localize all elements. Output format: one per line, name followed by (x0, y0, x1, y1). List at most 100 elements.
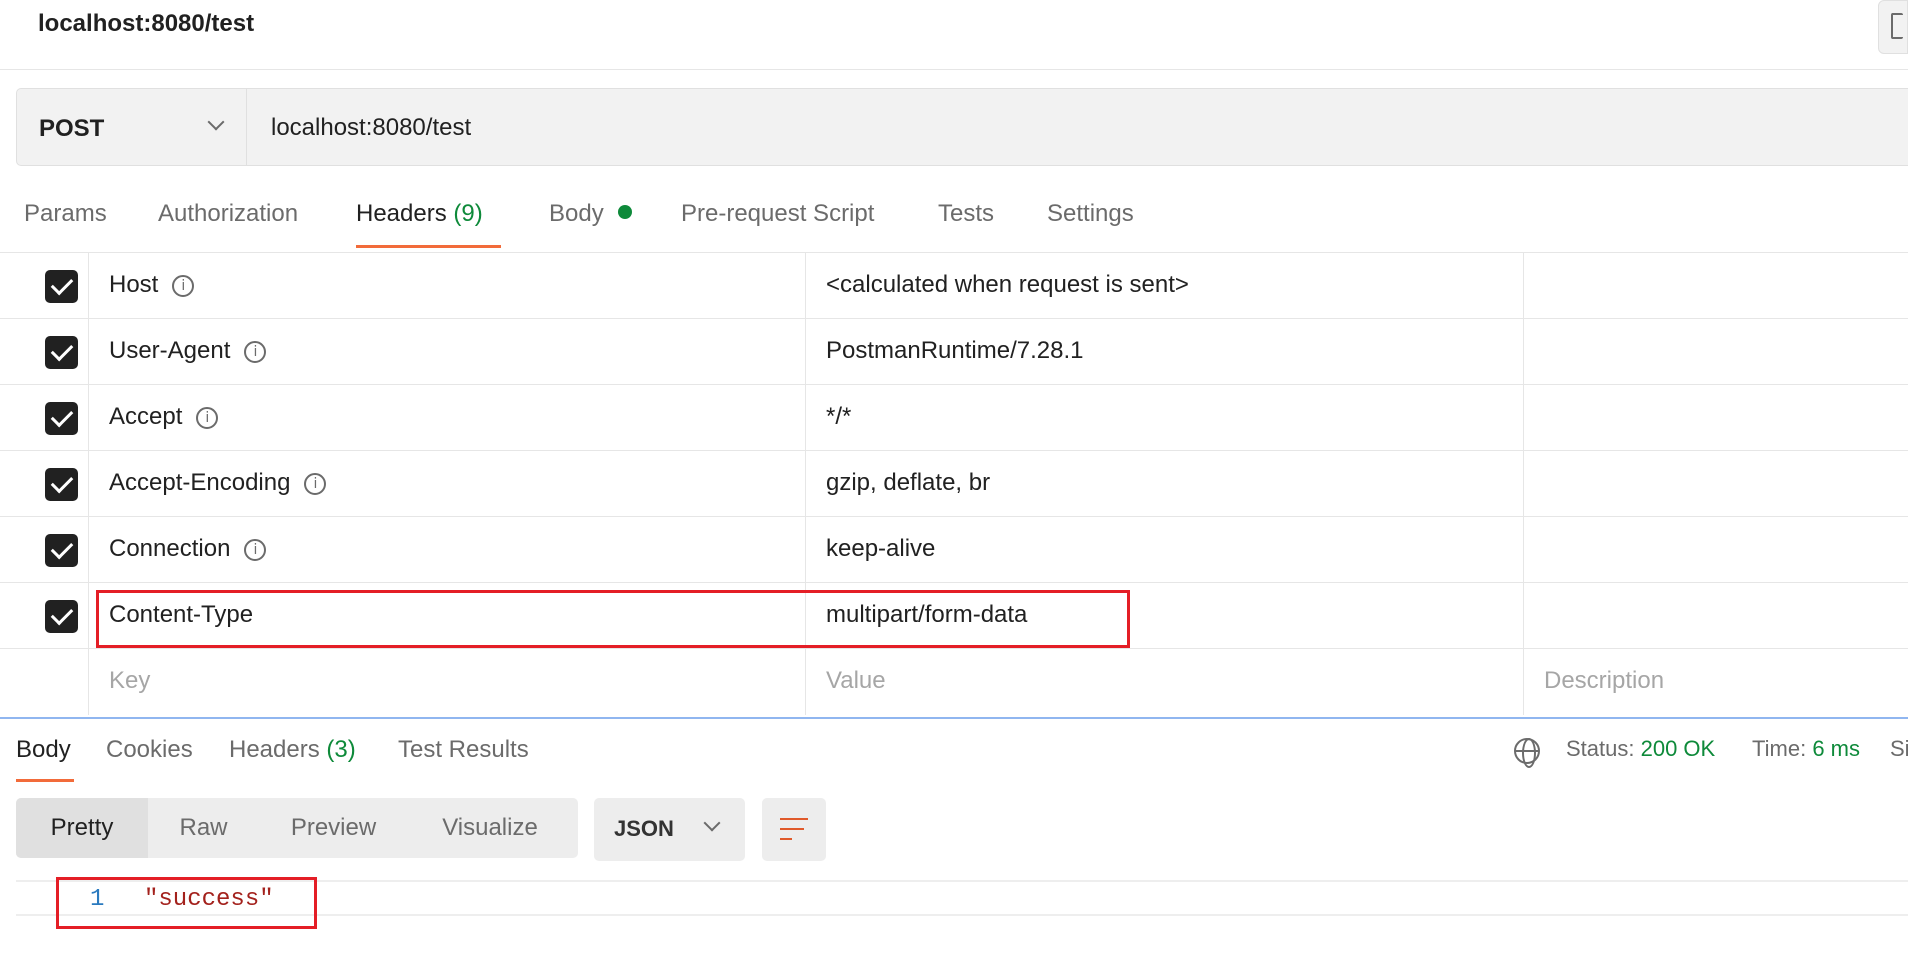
view-raw[interactable]: Raw (148, 798, 259, 858)
header-row-user-agent: User-Agent i PostmanRuntime/7.28.1 (0, 319, 1908, 385)
header-key-cell[interactable]: Accept i (89, 385, 806, 450)
tab-pre-request-script[interactable]: Pre-request Script (681, 200, 874, 248)
time-value: 6 ms (1812, 736, 1860, 761)
header-key: Host (109, 271, 159, 298)
header-value-cell[interactable]: keep-alive (806, 517, 1524, 582)
pane-splitter[interactable] (0, 717, 1908, 719)
info-icon[interactable]: i (244, 341, 267, 363)
header-key-cell[interactable]: Connection i (89, 517, 806, 582)
header-row-connection: Connection i keep-alive (0, 517, 1908, 583)
header-check-cell (0, 517, 89, 582)
new-header-description-placeholder: Description (1544, 667, 1665, 694)
header-key: Connection (109, 535, 231, 562)
response-tab-headers[interactable]: Headers (3) (229, 736, 356, 782)
new-header-key-input[interactable]: Key (89, 649, 806, 715)
tab-settings[interactable]: Settings (1047, 200, 1134, 248)
response-tab-headers-count: (3) (326, 736, 356, 763)
response-tab-cookies[interactable]: Cookies (106, 736, 193, 782)
globe-icon[interactable] (1514, 738, 1540, 768)
header-value: PostmanRuntime/7.28.1 (826, 337, 1084, 364)
new-header-key-placeholder: Key (109, 667, 151, 694)
tab-tests[interactable]: Tests (938, 200, 994, 248)
wrap-lines-button[interactable] (762, 798, 826, 861)
highlight-response-body (56, 877, 317, 929)
response-size[interactable]: Si (1890, 736, 1908, 762)
new-header-value-placeholder: Value (826, 667, 886, 694)
response-time[interactable]: Time: 6 ms (1752, 736, 1860, 762)
header-checkbox[interactable] (45, 468, 78, 501)
new-header-value-input[interactable]: Value (806, 649, 1524, 715)
header-check-cell (0, 451, 89, 516)
chevron-down-icon (703, 814, 721, 832)
header-key-cell[interactable]: Accept-Encoding i (89, 451, 806, 516)
header-value: gzip, deflate, br (826, 469, 991, 496)
view-pretty[interactable]: Pretty (16, 798, 148, 858)
method-select[interactable]: POST (17, 89, 247, 165)
header-check-cell (0, 253, 89, 318)
request-tabs: Params Authorization Headers (9) Body Pr… (0, 196, 1908, 248)
side-panel-toggle-icon[interactable] (1878, 0, 1908, 54)
header-value-cell[interactable]: gzip, deflate, br (806, 451, 1524, 516)
highlight-content-type (96, 590, 1130, 648)
header-check-cell (0, 583, 89, 648)
url-input[interactable]: localhost:8080/test (271, 114, 471, 142)
header-description-cell[interactable] (1524, 253, 1908, 318)
tab-headers[interactable]: Headers (9) (356, 200, 501, 248)
headers-table: Host i <calculated when request is sent> … (0, 252, 1908, 718)
tab-body[interactable]: Body (549, 200, 633, 248)
header-description-cell[interactable] (1524, 517, 1908, 582)
chevron-down-icon (207, 113, 225, 131)
header-key-cell[interactable]: Host i (89, 253, 806, 318)
header-checkbox[interactable] (45, 534, 78, 567)
request-url-bar: POST localhost:8080/test (16, 88, 1908, 166)
header-row-new: Key Value Description (0, 649, 1908, 715)
header-checkbox[interactable] (45, 600, 78, 633)
header-checkbox[interactable] (45, 336, 78, 369)
response-tab-test-results[interactable]: Test Results (398, 736, 529, 782)
header-value: */* (826, 403, 852, 430)
header-checkbox[interactable] (45, 402, 78, 435)
header-key-cell[interactable]: User-Agent i (89, 319, 806, 384)
body-modified-dot-icon (618, 205, 633, 219)
status-label: Status: (1566, 736, 1635, 761)
header-value: keep-alive (826, 535, 936, 562)
header-key: User-Agent (109, 337, 231, 364)
header-value-cell[interactable]: <calculated when request is sent> (806, 253, 1524, 318)
format-label: JSON (614, 816, 674, 841)
response-status[interactable]: Status: 200 OK (1566, 736, 1715, 762)
info-icon[interactable]: i (172, 275, 195, 297)
response-tab-body[interactable]: Body (16, 736, 74, 782)
time-label: Time: (1752, 736, 1807, 761)
info-icon[interactable]: i (244, 539, 267, 561)
header-row-accept: Accept i */* (0, 385, 1908, 451)
tab-params[interactable]: Params (24, 200, 107, 248)
body-view-selector: Pretty Raw Preview Visualize (16, 798, 578, 858)
tab-headers-label: Headers (356, 200, 447, 227)
view-preview[interactable]: Preview (259, 798, 408, 858)
info-icon[interactable]: i (196, 407, 219, 429)
header-value-cell[interactable]: */* (806, 385, 1524, 450)
info-icon[interactable]: i (304, 473, 327, 495)
tab-authorization[interactable]: Authorization (158, 200, 298, 248)
header-row-host: Host i <calculated when request is sent> (0, 253, 1908, 319)
response-tabs: Body Cookies Headers (3) Test Results St… (0, 728, 1908, 784)
header-key: Accept-Encoding (109, 469, 291, 496)
header-description-cell[interactable] (1524, 583, 1908, 648)
header-check-cell (0, 319, 89, 384)
header-row-accept-encoding: Accept-Encoding i gzip, deflate, br (0, 451, 1908, 517)
header-checkbox[interactable] (45, 270, 78, 303)
header-description-cell[interactable] (1524, 451, 1908, 516)
header-value: <calculated when request is sent> (826, 271, 1189, 298)
view-visualize[interactable]: Visualize (408, 798, 572, 858)
request-title[interactable]: localhost:8080/test (38, 10, 254, 38)
header-description-cell[interactable] (1524, 385, 1908, 450)
format-select[interactable]: JSON (594, 798, 745, 861)
new-header-description-input[interactable]: Description (1524, 649, 1908, 715)
header-value-cell[interactable]: PostmanRuntime/7.28.1 (806, 319, 1524, 384)
status-value: 200 OK (1640, 736, 1716, 761)
method-label: POST (39, 115, 105, 142)
header-description-cell[interactable] (1524, 319, 1908, 384)
request-title-bar: localhost:8080/test (0, 0, 1908, 70)
header-key: Accept (109, 403, 183, 430)
header-check-cell (0, 649, 89, 715)
